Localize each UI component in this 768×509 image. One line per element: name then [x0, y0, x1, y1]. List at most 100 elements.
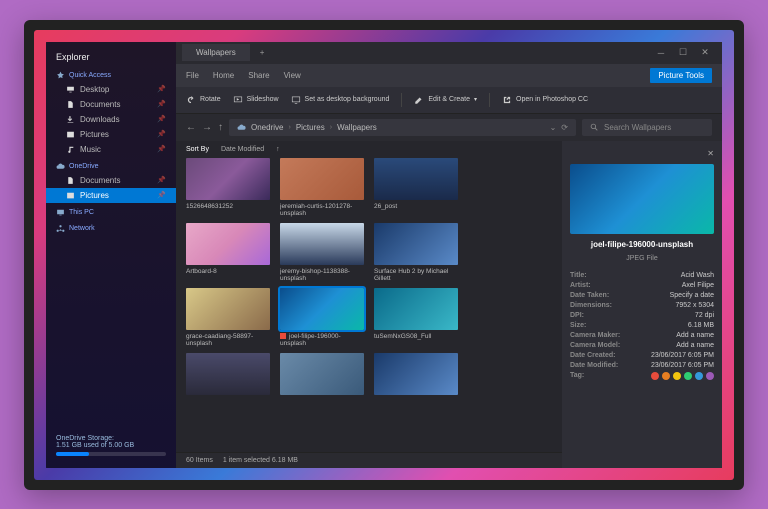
pin-icon[interactable]: 📌: [157, 115, 166, 123]
crumb-1[interactable]: Pictures: [296, 123, 325, 132]
rotate-icon: [186, 95, 196, 105]
thumbnail-image: [280, 158, 364, 200]
sidebar-section[interactable]: Network: [46, 219, 176, 235]
thumbnail-image: [280, 223, 364, 265]
maximize-button[interactable]: ☐: [672, 47, 694, 58]
thumbnail-image: [374, 223, 458, 265]
rotate-button[interactable]: Rotate: [186, 95, 221, 105]
thumbnail-item[interactable]: 1526648631252: [186, 158, 270, 217]
thumbnail-item[interactable]: tuSemNxGS08_Full: [374, 288, 458, 347]
status-selection: 1 item selected 6.18 MB: [223, 457, 298, 464]
sidebar-item-music[interactable]: Music📌: [46, 142, 176, 157]
ribbon-tab-view[interactable]: View: [284, 71, 301, 80]
nav-back[interactable]: ←: [186, 122, 196, 133]
nav-forward[interactable]: →: [202, 122, 212, 133]
music-icon: [66, 145, 75, 154]
crumb-0[interactable]: Onedrive: [251, 123, 283, 132]
status-bar: 60 Items 1 item selected 6.18 MB: [176, 452, 562, 468]
thumbnail-grid: 1526648631252jeremiah-curtis-1201278-uns…: [176, 158, 562, 452]
ribbon-tab-home[interactable]: Home: [213, 71, 234, 80]
slideshow-button[interactable]: Slideshow: [233, 95, 279, 105]
thumbnail-label: jeremy-bishop-1138388-unsplash: [280, 268, 364, 282]
tag-dot[interactable]: [673, 372, 681, 380]
minimize-button[interactable]: ─: [650, 48, 672, 58]
meta-key: Date Modified:: [570, 362, 618, 369]
meta-value[interactable]: 6.18 MB: [688, 322, 714, 329]
thumbnail-item[interactable]: Artboard-8: [186, 223, 270, 282]
pin-icon[interactable]: 📌: [157, 145, 166, 153]
tag-dot[interactable]: [662, 372, 670, 380]
meta-value[interactable]: Add a name: [676, 332, 714, 339]
nav-up[interactable]: ↑: [218, 122, 223, 133]
thumbnail-item[interactable]: [374, 353, 458, 412]
meta-value[interactable]: 23/06/2017 6:05 PM: [651, 352, 714, 359]
pin-icon[interactable]: 📌: [157, 100, 166, 108]
thumbnail-item[interactable]: 26_post: [374, 158, 458, 217]
thumbnail-item[interactable]: jeremy-bishop-1138388-unsplash: [280, 223, 364, 282]
tab-add[interactable]: +: [252, 44, 273, 61]
main-area: Wallpapers + ─ ☐ ✕ File Home Share View …: [176, 42, 722, 468]
thumbnail-label: Surface Hub 2 by Michael Gillett: [374, 268, 458, 282]
crumb-2[interactable]: Wallpapers: [337, 123, 377, 132]
meta-value[interactable]: 72 dpi: [695, 312, 714, 319]
sort-by[interactable]: Sort By: [186, 146, 209, 153]
ribbon-tab-file[interactable]: File: [186, 71, 199, 80]
open-photoshop-button[interactable]: Open in Photoshop CC: [502, 95, 588, 105]
pin-icon[interactable]: 📌: [157, 130, 166, 138]
meta-value[interactable]: 7952 x 5304: [675, 302, 714, 309]
thumbnail-item[interactable]: [186, 353, 270, 412]
tag-dot[interactable]: [695, 372, 703, 380]
picture-tools-tab[interactable]: Picture Tools: [650, 68, 712, 83]
tag-dot[interactable]: [706, 372, 714, 380]
close-button[interactable]: ✕: [694, 47, 716, 58]
ribbon-tab-share[interactable]: Share: [248, 71, 269, 80]
tag-colors[interactable]: [651, 372, 714, 380]
set-background-button[interactable]: Set as desktop background: [291, 95, 390, 105]
pin-icon[interactable]: 📌: [157, 85, 166, 93]
thumbnail-label: Artboard-8: [186, 268, 270, 282]
sidebar: Explorer Quick AccessDesktop📌Documents📌D…: [46, 42, 176, 468]
meta-row: Date Created:23/06/2017 6:05 PM: [570, 352, 714, 359]
doc-icon: [66, 176, 75, 185]
edit-create-button[interactable]: Edit & Create▾: [414, 95, 477, 105]
sort-asc-icon[interactable]: ↑: [276, 146, 280, 153]
breadcrumb[interactable]: Onedrive› Pictures› Wallpapers ⌄ ⟳: [229, 119, 576, 136]
sidebar-item-downloads[interactable]: Downloads📌: [46, 112, 176, 127]
pin-icon[interactable]: 📌: [157, 191, 166, 199]
sidebar-item-pictures[interactable]: Pictures📌: [46, 188, 176, 203]
meta-value[interactable]: Axel Filipe: [682, 282, 714, 289]
meta-value[interactable]: Acid Wash: [681, 272, 714, 279]
refresh-icon[interactable]: ⟳: [561, 123, 568, 132]
meta-value[interactable]: 23/06/2017 6:05 PM: [651, 362, 714, 369]
external-icon: [502, 95, 512, 105]
tag-dot[interactable]: [684, 372, 692, 380]
meta-value[interactable]: Specify a date: [670, 292, 714, 299]
sidebar-section[interactable]: This PC: [46, 203, 176, 219]
details-meta: Title:Acid WashArtist:Axel FilipeDate Ta…: [570, 272, 714, 380]
details-close-icon[interactable]: ✕: [707, 149, 714, 158]
sidebar-section[interactable]: Quick Access: [46, 66, 176, 82]
tag-dot[interactable]: [651, 372, 659, 380]
chevron-down-icon[interactable]: ⌄: [550, 123, 557, 132]
sidebar-item-pictures[interactable]: Pictures📌: [46, 127, 176, 142]
sidebar-item-documents[interactable]: Documents📌: [46, 97, 176, 112]
thumbnail-item[interactable]: [280, 353, 364, 412]
meta-value[interactable]: Add a name: [676, 342, 714, 349]
thumbnail-item[interactable]: Surface Hub 2 by Michael Gillett: [374, 223, 458, 282]
meta-key: Size:: [570, 322, 586, 329]
storage-text: 1.51 GB used of 5.00 GB: [56, 442, 166, 449]
thumbnail-label: [186, 398, 270, 412]
tab-active[interactable]: Wallpapers: [182, 44, 250, 61]
pin-icon[interactable]: 📌: [157, 176, 166, 184]
sort-date[interactable]: Date Modified: [221, 146, 264, 153]
meta-row: DPI:72 dpi: [570, 312, 714, 319]
thumbnail-item[interactable]: grace-caadiang-58897-unsplash: [186, 288, 270, 347]
meta-key: Camera Maker:: [570, 332, 620, 339]
thumbnail-image: [374, 353, 458, 395]
sidebar-item-desktop[interactable]: Desktop📌: [46, 82, 176, 97]
thumbnail-item[interactable]: jeremiah-curtis-1201278-unsplash: [280, 158, 364, 217]
sidebar-item-documents[interactable]: Documents📌: [46, 173, 176, 188]
sidebar-section[interactable]: OneDrive: [46, 157, 176, 173]
search-input[interactable]: Search Wallpapers: [582, 119, 712, 136]
thumbnail-item[interactable]: joel-filipe-196000-unsplash: [280, 288, 364, 347]
